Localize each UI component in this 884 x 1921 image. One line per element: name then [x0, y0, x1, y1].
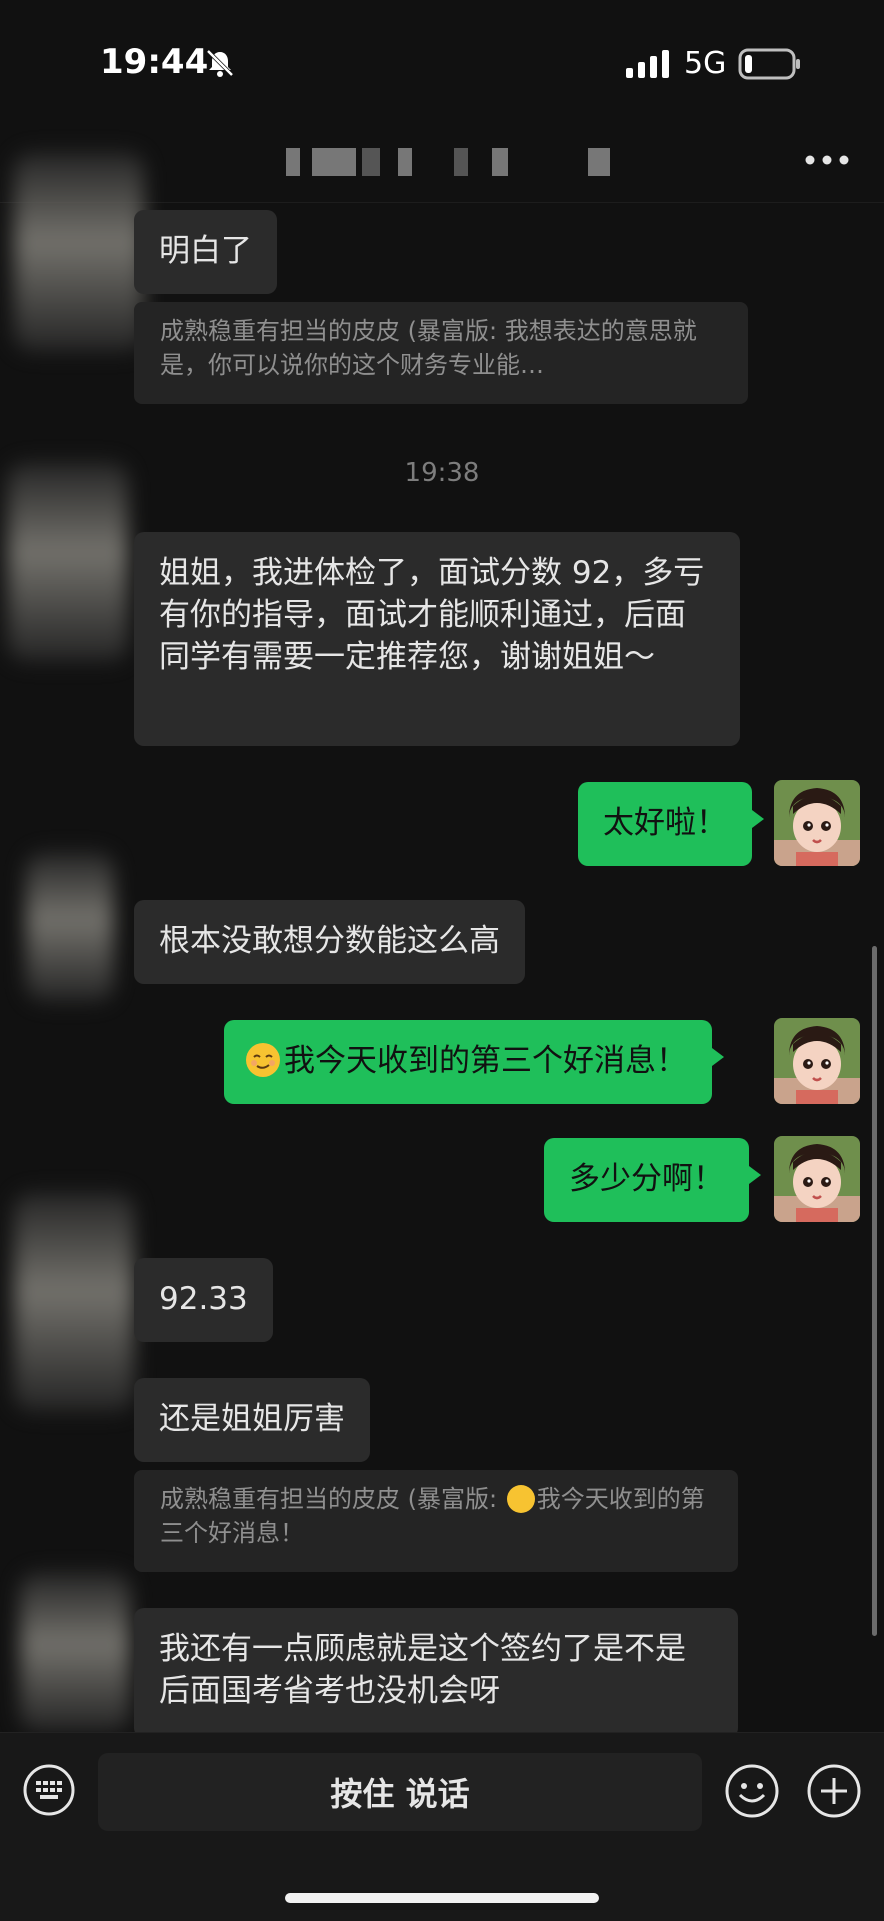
incoming-message[interactable]: 明白了	[134, 210, 277, 294]
incoming-message[interactable]: 根本没敢想分数能这么高	[134, 900, 525, 984]
network-type: 5G	[684, 46, 727, 81]
cartoon-girl-avatar-icon	[774, 1136, 860, 1222]
contact-avatar[interactable]	[14, 1192, 134, 1412]
contact-avatar[interactable]	[8, 462, 128, 662]
outgoing-message[interactable]: 多少分啊！	[544, 1138, 761, 1222]
chat-message-list[interactable]: 明白了 成熟稳重有担当的皮皮 (暴富版: 我想表达的意思就是，你可以说你的这个财…	[0, 152, 884, 1738]
chat-title-obscured[interactable]	[286, 148, 626, 176]
outgoing-message-text: 我今天收到的第三个好消息！	[284, 1043, 687, 1079]
cartoon-girl-avatar-icon	[774, 1018, 860, 1104]
scrollbar[interactable]	[872, 946, 877, 1636]
outgoing-message[interactable]: 我今天收到的第三个好消息！	[224, 1020, 724, 1104]
self-avatar[interactable]	[774, 1136, 860, 1222]
incoming-message[interactable]: 我还有一点顾虑就是这个签约了是不是后面国考省考也没机会呀	[134, 1608, 738, 1738]
cartoon-girl-avatar-icon	[774, 780, 860, 866]
contact-avatar[interactable]	[14, 152, 144, 352]
incoming-message[interactable]: 92.33	[134, 1258, 273, 1342]
mute-bell-icon	[206, 49, 234, 77]
quoted-message[interactable]: 成熟稳重有担当的皮皮 (暴富版: 我想表达的意思就是，你可以说你的这个财务专业能…	[134, 302, 748, 404]
chat-timestamp: 19:38	[404, 458, 480, 488]
signal-icon	[626, 50, 669, 78]
keyboard-icon[interactable]	[22, 1763, 76, 1817]
hold-to-talk-button[interactable]: 按住 说话	[98, 1753, 702, 1831]
contact-avatar[interactable]	[20, 1572, 130, 1732]
contact-avatar[interactable]	[26, 852, 114, 1002]
incoming-message[interactable]: 还是姐姐厉害	[134, 1378, 370, 1462]
emoji-icon[interactable]	[724, 1763, 780, 1819]
home-indicator	[285, 1893, 599, 1903]
battery-icon	[738, 48, 800, 80]
outgoing-message[interactable]: 太好啦！	[578, 782, 764, 866]
smirk-emoji-icon	[506, 1485, 535, 1513]
smirk-emoji-icon	[246, 1043, 280, 1077]
quoted-message[interactable]: 成熟稳重有担当的皮皮 (暴富版: 我今天收到的第三个好消息！	[134, 1470, 738, 1572]
chat-input-bar: 按住 说话	[0, 1732, 884, 1921]
quoted-message-sender: 成熟稳重有担当的皮皮 (暴富版:	[160, 1485, 505, 1513]
more-icon[interactable]	[804, 154, 850, 166]
status-time: 19:44	[100, 42, 209, 82]
status-bar: 19:44 5G	[0, 0, 884, 120]
plus-icon[interactable]	[806, 1763, 862, 1819]
incoming-message[interactable]: 姐姐，我进体检了，面试分数 92，多亏有你的指导，面试才能顺利通过，后面同学有需…	[134, 532, 740, 746]
self-avatar[interactable]	[774, 1018, 860, 1104]
self-avatar[interactable]	[774, 780, 860, 866]
